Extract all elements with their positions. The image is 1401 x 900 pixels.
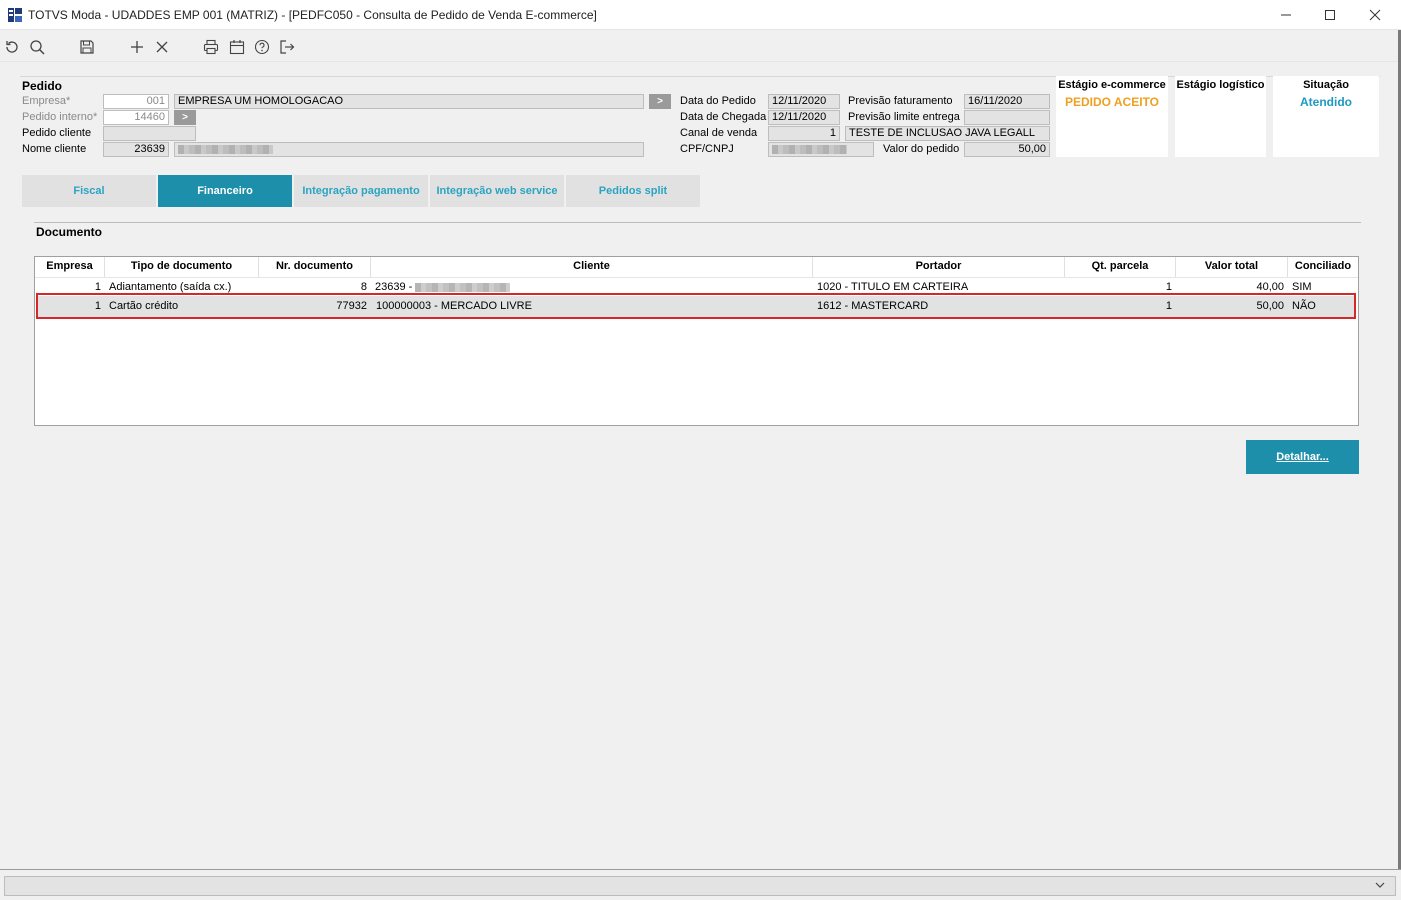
- column-header-tipo[interactable]: Tipo de documento: [105, 257, 259, 277]
- column-header-conciliado[interactable]: Conciliado: [1288, 257, 1358, 277]
- redacted-text: [415, 282, 511, 292]
- cell-conciliado: SIM: [1292, 281, 1312, 293]
- empresa-field[interactable]: 001: [103, 94, 169, 109]
- divider: [34, 222, 1361, 223]
- canal-venda-label: Canal de venda: [680, 127, 758, 139]
- estagio-logistico-box: Estágio logístico: [1175, 76, 1266, 157]
- estagio-ecommerce-box: Estágio e-commerce PEDIDO ACEITO: [1056, 76, 1168, 157]
- pedido-interno-label: Pedido interno*: [22, 111, 98, 123]
- column-header-valor-total[interactable]: Valor total: [1176, 257, 1288, 277]
- save-icon[interactable]: [77, 37, 97, 57]
- nome-cliente-name-field: [174, 142, 644, 157]
- nome-cliente-code-field: 23639: [103, 142, 169, 157]
- column-header-nr[interactable]: Nr. documento: [259, 257, 371, 277]
- data-pedido-label: Data do Pedido: [680, 95, 756, 107]
- cpf-field: [768, 142, 874, 157]
- close-icon[interactable]: [152, 37, 172, 57]
- previsao-faturamento-label: Previsão faturamento: [848, 95, 953, 107]
- header-divider: [35, 277, 1358, 278]
- toolbar: [0, 30, 1398, 62]
- estagio-logistico-title: Estágio logístico: [1176, 79, 1265, 91]
- estagio-ecommerce-value: PEDIDO ACEITO: [1064, 95, 1159, 109]
- tab-fiscal[interactable]: Fiscal: [22, 175, 156, 207]
- cell-valor-total: 40,00: [1256, 281, 1284, 293]
- valor-pedido-label: Valor do pedido: [883, 143, 960, 155]
- data-chegada-field: 12/11/2020: [768, 110, 840, 125]
- cell-qt-parcela: 1: [1165, 281, 1172, 293]
- tab-financeiro[interactable]: Financeiro: [158, 175, 292, 207]
- estagio-ecommerce-title: Estágio e-commerce: [1058, 79, 1166, 91]
- cell-nr: 8: [360, 281, 367, 293]
- previsao-faturamento-field: 16/11/2020: [964, 94, 1050, 109]
- minimize-icon[interactable]: [1263, 0, 1309, 30]
- canal-venda-name-field: TESTE DE INCLUSAO JAVA LEGALL: [845, 126, 1050, 141]
- documento-title: Documento: [36, 225, 102, 239]
- pedido-cliente-field: [103, 126, 196, 141]
- cell-portador: 1020 - TITULO EM CARTEIRA: [817, 281, 969, 293]
- window-title: TOTVS Moda - UDADDES EMP 001 (MATRIZ) - …: [28, 8, 597, 22]
- undo-icon[interactable]: [2, 37, 22, 57]
- tab-integracao-pagamento[interactable]: Integração pagamento: [294, 175, 428, 207]
- column-header-qt-parcela[interactable]: Qt. parcela: [1065, 257, 1176, 277]
- status-bar: [0, 869, 1401, 900]
- chevron-down-icon[interactable]: [1375, 880, 1385, 893]
- chevron-right-icon[interactable]: >: [174, 110, 196, 125]
- redacted-text: [772, 144, 847, 154]
- situacao-value: Atendido: [1300, 95, 1352, 109]
- chevron-right-icon[interactable]: >: [649, 94, 671, 109]
- tab-pedidos-split[interactable]: Pedidos split: [566, 175, 700, 207]
- maximize-icon[interactable]: [1307, 0, 1353, 30]
- redacted-text: [178, 144, 273, 154]
- empresa-name-field: EMPRESA UM HOMOLOGACAO: [174, 94, 644, 109]
- search-icon[interactable]: [27, 37, 47, 57]
- documento-table: Empresa Tipo de documento Nr. documento …: [34, 256, 1359, 426]
- cell-cliente: 23639 -: [375, 280, 511, 294]
- cpf-label: CPF/CNPJ: [680, 143, 734, 155]
- column-header-portador[interactable]: Portador: [813, 257, 1065, 277]
- column-header-cliente[interactable]: Cliente: [371, 257, 813, 277]
- tab-integracao-web-service[interactable]: Integração web service: [430, 175, 564, 207]
- empresa-label: Empresa*: [22, 95, 71, 107]
- print-icon[interactable]: [201, 37, 221, 57]
- canal-venda-code-field: 1: [768, 126, 840, 141]
- situacao-box: Situação Atendido: [1273, 76, 1379, 157]
- data-pedido-field: 12/11/2020: [768, 94, 840, 109]
- exit-icon[interactable]: [277, 37, 297, 57]
- pedido-cliente-label: Pedido cliente: [22, 127, 92, 139]
- cell-tipo: Adiantamento (saída cx.): [109, 281, 232, 293]
- nome-cliente-label: Nome cliente: [22, 143, 87, 155]
- pedido-section-title: Pedido: [22, 79, 63, 93]
- cell-empresa: 1: [94, 281, 101, 293]
- situacao-title: Situação: [1303, 79, 1349, 91]
- highlight-frame: [36, 293, 1356, 319]
- title-bar: TOTVS Moda - UDADDES EMP 001 (MATRIZ) - …: [0, 0, 1401, 30]
- data-chegada-label: Data de Chegada: [680, 111, 767, 123]
- add-icon[interactable]: [127, 37, 147, 57]
- totvs-icon: [8, 8, 22, 22]
- status-field[interactable]: [4, 876, 1396, 896]
- calendar-icon[interactable]: [227, 37, 247, 57]
- detalhar-button[interactable]: Detalhar...: [1246, 440, 1359, 474]
- close-icon[interactable]: [1352, 0, 1398, 30]
- help-icon[interactable]: [252, 37, 272, 57]
- valor-pedido-field: 50,00: [964, 142, 1050, 157]
- column-header-empresa[interactable]: Empresa: [35, 257, 105, 277]
- previsao-limite-label: Previsão limite entrega: [848, 111, 960, 123]
- previsao-limite-field: [964, 110, 1050, 125]
- pedido-interno-field[interactable]: 14460: [103, 110, 169, 125]
